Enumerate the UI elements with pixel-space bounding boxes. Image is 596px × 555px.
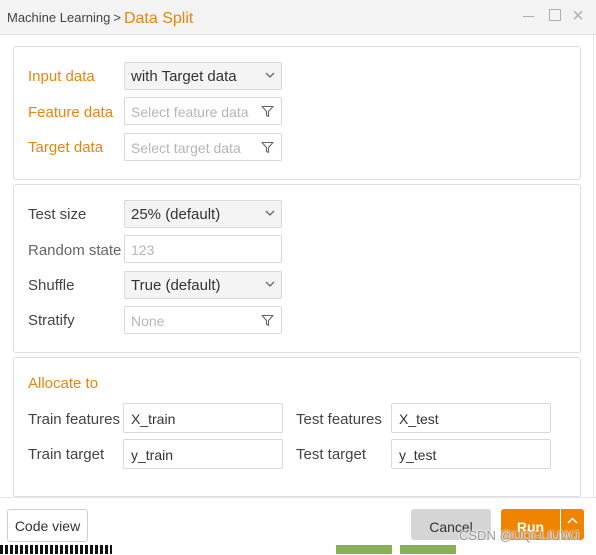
test-size-select[interactable]: 25% (default) [124,200,282,228]
target-data-placeholder: Select target data [131,140,241,156]
chevron-down-icon [265,210,275,216]
input-panel: Input data with Target data Feature data… [13,46,581,180]
test-target-label: Test target [296,446,367,463]
close-icon[interactable]: × [570,6,586,26]
chevron-up-icon [567,517,578,524]
train-target-label: Train target [28,446,105,463]
breadcrumb-parent[interactable]: Machine Learning [7,10,110,25]
watermark: CSDN @UQI-LIUWJ [459,528,580,543]
dialog-body: Input data with Target data Feature data… [0,35,594,497]
filter-icon[interactable] [261,314,274,327]
chevron-down-icon [265,281,275,287]
train-features-label: Train features [28,411,120,428]
allocate-title: Allocate to [28,375,99,392]
feature-data-label: Feature data [28,104,114,121]
title-bar: Machine Learning > Data Split × [0,0,596,35]
filter-icon[interactable] [261,141,274,154]
random-state-input[interactable]: 123 [124,235,282,263]
target-data-label: Target data [28,139,104,156]
stratify-placeholder: None [131,313,165,329]
test-target-input[interactable]: y_test [391,439,551,469]
stratify-field[interactable]: None [124,306,282,334]
dialog-title: Data Split [123,10,194,27]
test-features-input[interactable]: X_test [391,403,551,433]
train-target-input[interactable]: y_train [123,439,283,469]
train-features-value: X_train [131,411,176,427]
feature-data-field[interactable]: Select feature data [124,97,282,125]
random-state-placeholder: 123 [131,242,155,258]
maximize-icon[interactable] [547,8,563,24]
breadcrumb-separator: > [113,10,121,25]
background-window-fragment [0,545,112,554]
filter-icon[interactable] [261,105,274,118]
background-button-fragment [400,545,456,554]
target-data-field[interactable]: Select target data [124,133,282,161]
chevron-down-icon [265,72,275,78]
feature-data-placeholder: Select feature data [131,104,249,120]
background-button-fragment [336,545,392,554]
test-features-label: Test features [296,411,382,428]
test-target-value: y_test [399,447,437,463]
test-size-value: 25% (default) [131,206,221,223]
test-features-value: X_test [399,411,439,427]
train-target-value: y_train [131,447,174,463]
input-data-label: Input data [28,68,95,85]
code-view-button[interactable]: Code view [7,509,88,542]
random-state-label: Random state [28,242,122,259]
shuffle-select[interactable]: True (default) [124,271,282,299]
stratify-label: Stratify [28,312,75,329]
shuffle-value: True (default) [131,277,221,294]
breadcrumb: Machine Learning > Data Split [7,9,193,27]
shuffle-label: Shuffle [28,277,75,294]
input-data-select[interactable]: with Target data [124,62,282,90]
options-panel: Test size 25% (default) Random state 123… [13,184,581,353]
minimize-icon[interactable] [521,8,537,24]
input-data-value: with Target data [131,68,237,85]
train-features-input[interactable]: X_train [123,403,283,433]
test-size-label: Test size [28,206,87,223]
allocate-panel: Allocate to Train features X_train Test … [13,357,581,497]
